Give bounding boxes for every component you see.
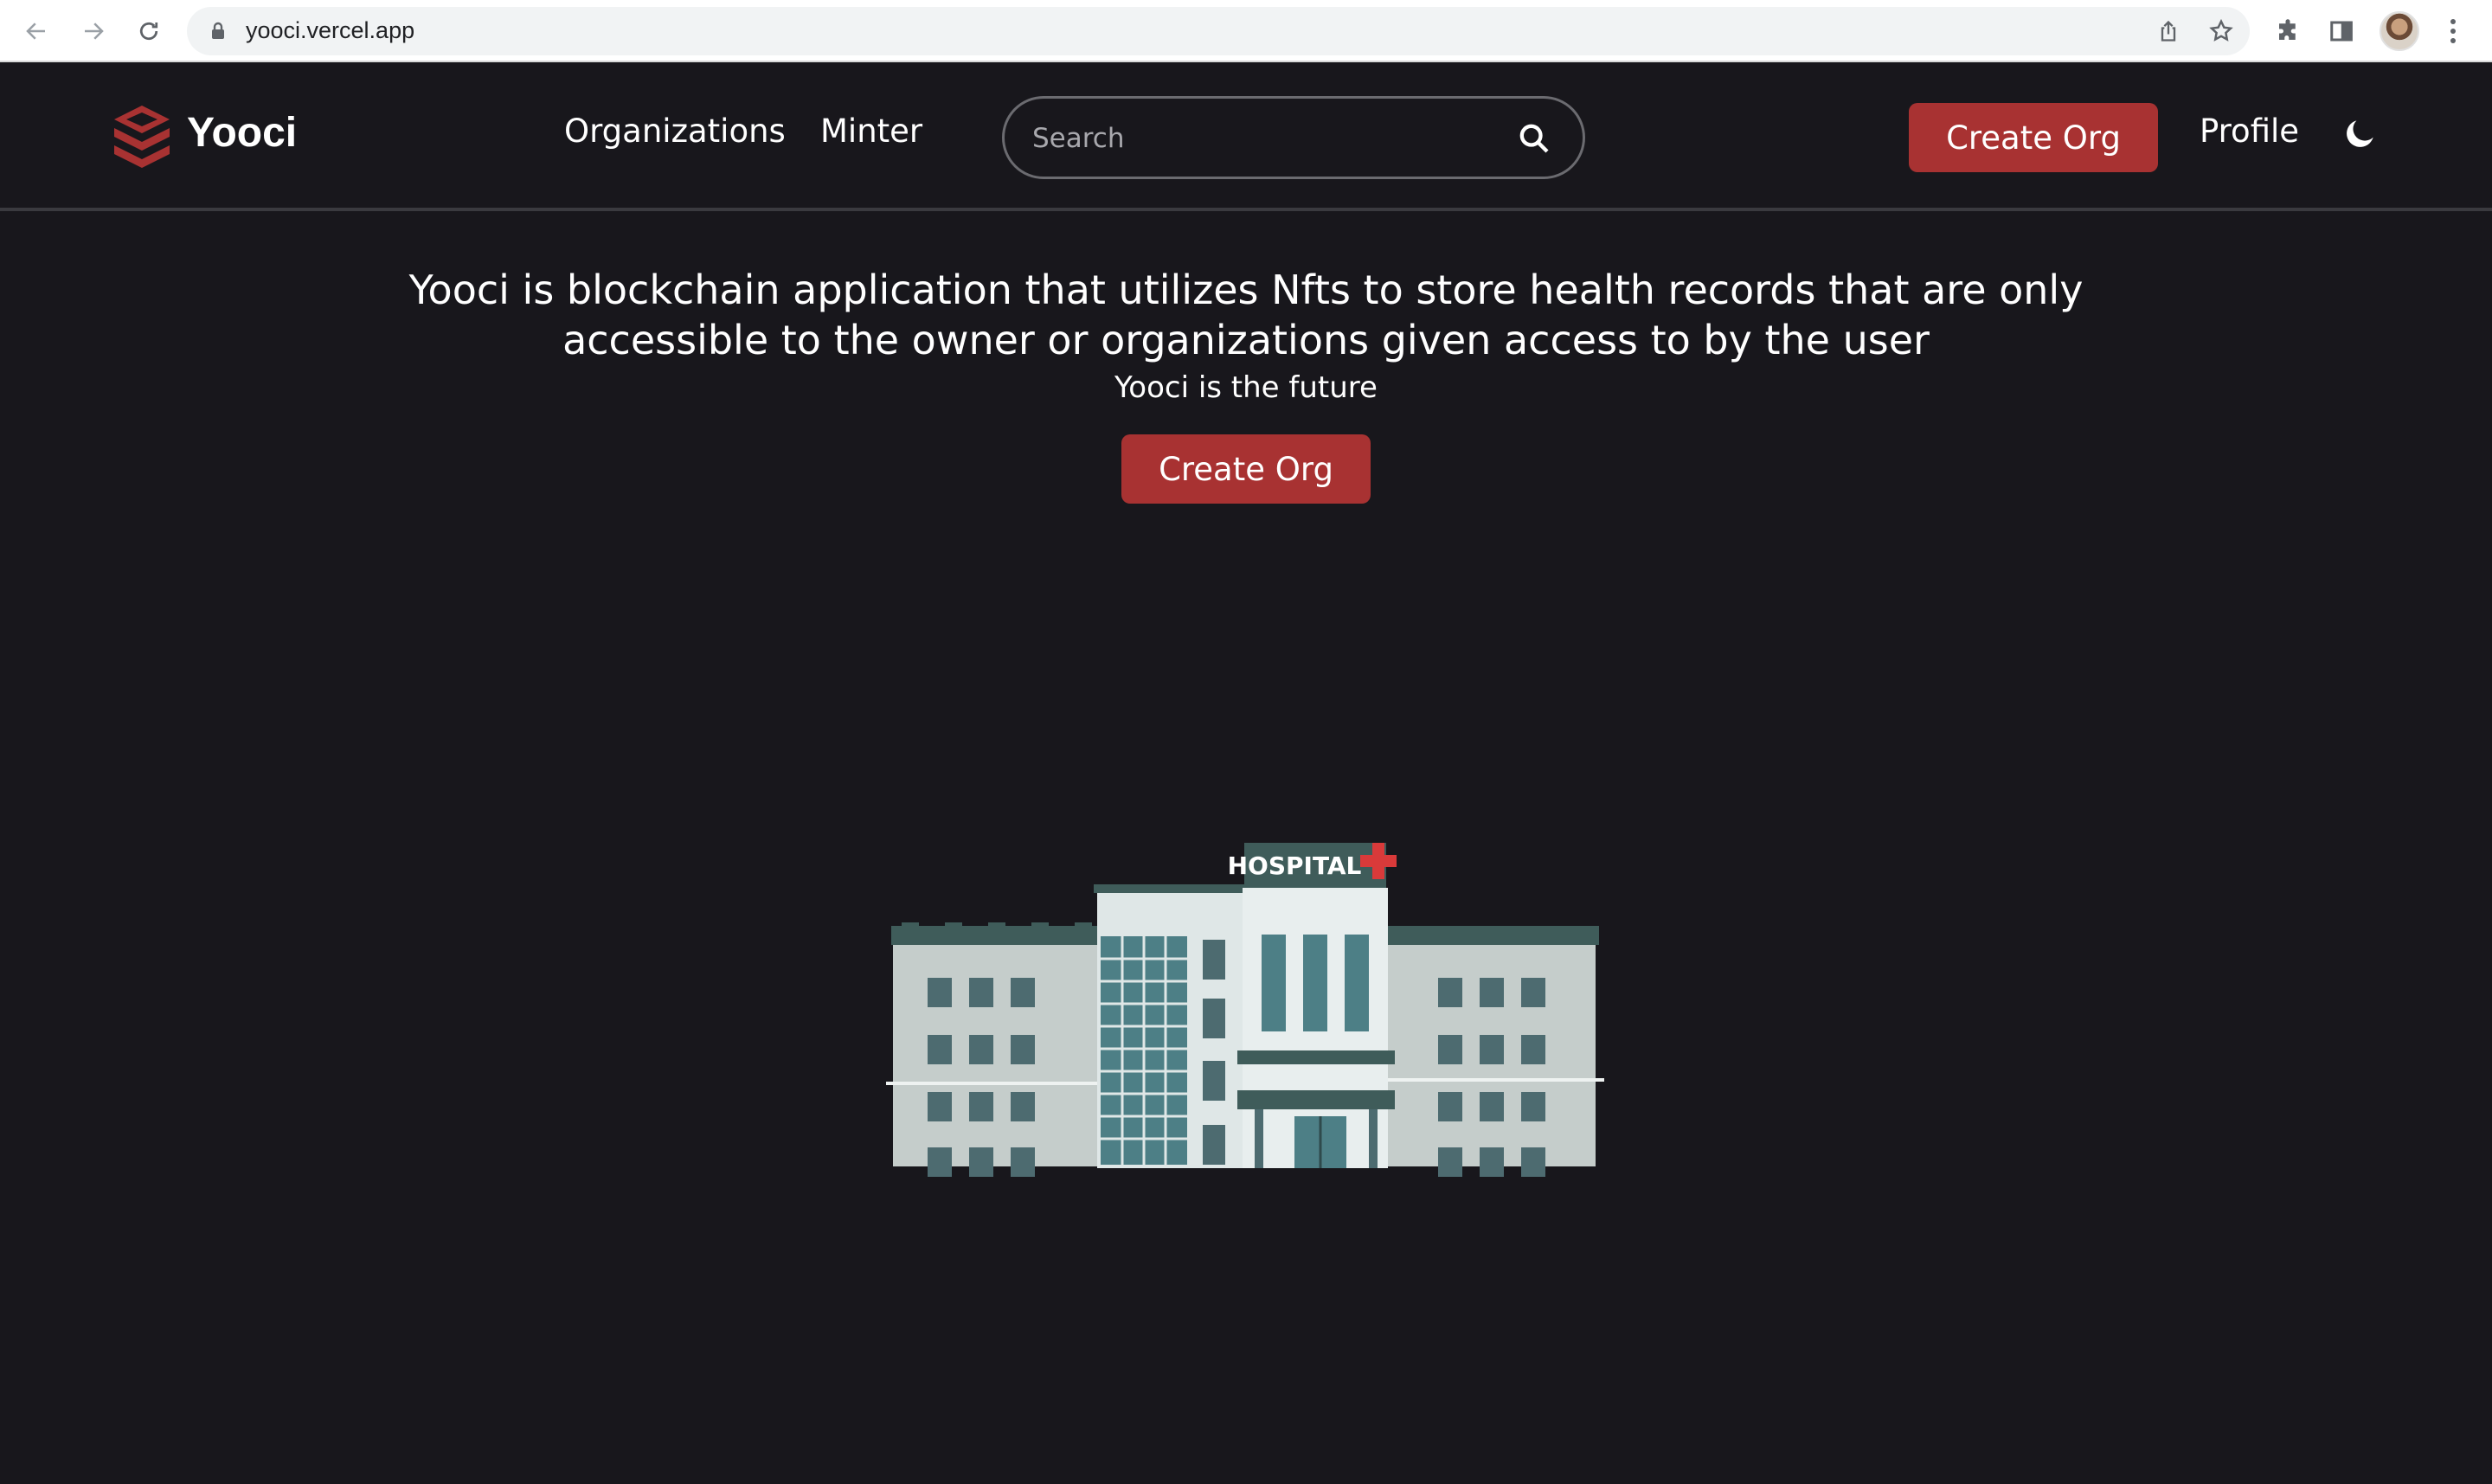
create-org-button[interactable]: Create Org — [1909, 103, 2158, 172]
forward-arrow-icon[interactable] — [74, 12, 112, 50]
browser-toolbar: yooci.vercel.app — [0, 0, 2492, 62]
address-bar[interactable]: yooci.vercel.app — [187, 7, 2250, 55]
hospital-sign-text: HOSPITAL — [1228, 851, 1362, 880]
app-header: Yooci Organizations Minter Create Org Pr… — [0, 64, 2492, 211]
hero-subline: Yooci is the future — [1114, 370, 1378, 405]
profile-avatar[interactable] — [2380, 11, 2419, 51]
nav-profile[interactable]: Profile — [2200, 112, 2299, 150]
browser-menu-icon[interactable] — [2438, 12, 2468, 50]
hero-headline: Yooci is blockchain application that uti… — [408, 267, 2084, 363]
search-input[interactable] — [1032, 118, 1500, 159]
url-text: yooci.vercel.app — [246, 17, 415, 43]
moon-icon[interactable] — [2341, 114, 2380, 152]
side-panel-icon[interactable] — [2322, 12, 2360, 50]
bookmark-star-icon[interactable] — [2208, 18, 2234, 44]
nav-minter[interactable]: Minter — [820, 112, 922, 150]
extensions-puzzle-icon[interactable] — [2269, 12, 2307, 50]
back-arrow-icon[interactable] — [17, 12, 55, 50]
reload-icon[interactable] — [130, 12, 168, 50]
search-icon[interactable] — [1517, 121, 1551, 156]
layered-cube-icon[interactable] — [109, 102, 175, 171]
hero-create-org-button[interactable]: Create Org — [1121, 434, 1371, 504]
nav-organizations[interactable]: Organizations — [564, 112, 786, 150]
lock-icon — [212, 22, 224, 39]
hospital-illustration: HOSPITAL — [886, 843, 1604, 1177]
brand-name[interactable]: Yooci — [187, 109, 297, 157]
share-icon[interactable] — [2156, 19, 2180, 43]
search-box — [1002, 96, 1585, 179]
